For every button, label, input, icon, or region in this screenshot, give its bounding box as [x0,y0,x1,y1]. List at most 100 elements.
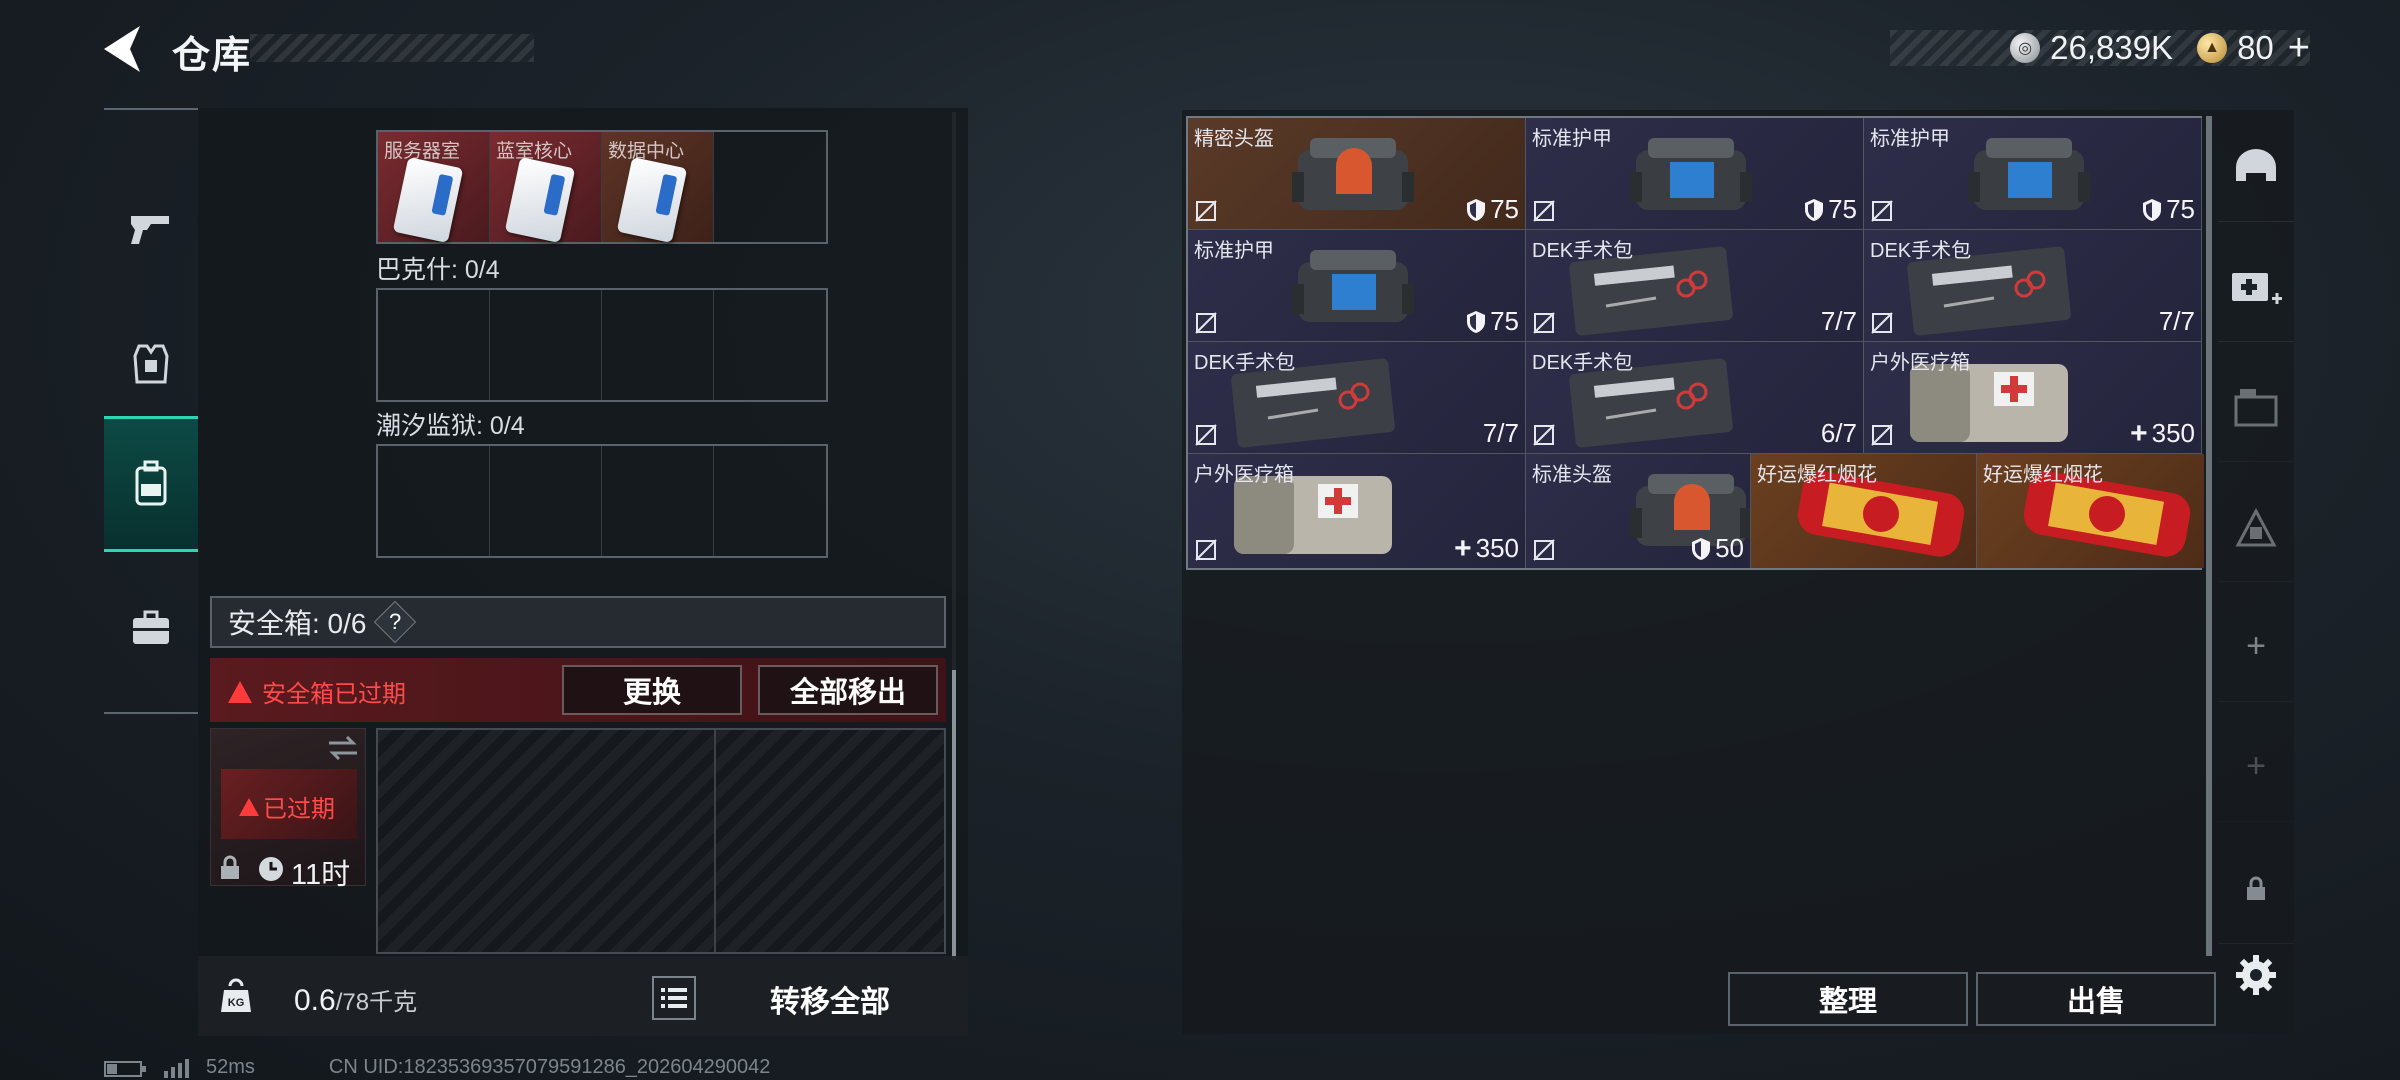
inventory-item[interactable]: DEK手术包 7/7 [1526,230,1864,342]
empty-slot[interactable] [714,446,826,556]
item-name: 户外医疗箱 [1870,352,1970,374]
add-currency-button[interactable]: + [2288,29,2310,67]
locked-slot-icon [2235,507,2277,546]
no-insurance-icon [1533,200,1555,222]
safebox-thumbnail[interactable]: 已过期 11时 [210,728,366,891]
inventory-item[interactable]: 标准护甲 75 [1188,230,1526,342]
item-value: 75 [1466,306,1519,337]
empty-slot[interactable] [602,290,714,400]
add-slot-button[interactable]: + [2218,712,2294,822]
thumbnail-expired-label: 已过期 [239,789,335,824]
empty-slot[interactable] [714,290,826,400]
key-card-grid: 服务器室 蓝室核心 数据中心 [376,130,828,244]
section-label-chaoxi: 潮汐监狱: 0/4 [376,412,525,440]
expired-notice: 安全箱已过期 [228,674,406,709]
back-arrow-icon [104,26,140,72]
settings-button[interactable] [2218,920,2294,1030]
empty-slot[interactable] [378,290,490,400]
armor-vest-icon [133,344,169,384]
empty-slot[interactable] [378,446,490,556]
empty-slot[interactable] [714,132,826,242]
list-view-button[interactable] [652,976,696,1020]
transfer-all-button[interactable]: 转移全部 [700,976,960,1022]
key-card-slot[interactable]: 服务器室 [378,132,490,243]
no-insurance-icon [1195,424,1217,446]
remaining-time: 11时 [291,859,351,891]
safebox-grid[interactable] [376,728,946,954]
category-nav [104,108,198,714]
helmet-slot-button[interactable] [2218,112,2294,222]
gold-coin-icon: ▲ [2197,33,2228,63]
ping: 52ms [206,1056,255,1078]
key-card-slot[interactable]: 数据中心 [602,132,714,243]
left-scroll-thumb[interactable] [952,670,956,960]
help-button[interactable]: ? [374,600,417,644]
item-value: 75 [1804,194,1857,225]
sell-button[interactable]: 出售 [1976,972,2216,1026]
nav-weapon[interactable] [104,160,198,296]
bakeshi-grid [376,288,828,402]
durability-shield-icon [1805,198,1824,221]
nav-armor[interactable] [104,296,198,432]
right-scrollbar[interactable] [2206,116,2212,956]
backpack-icon [135,460,167,506]
inventory-item[interactable]: DEK手术包 7/7 [1864,230,2202,342]
lock-icon [2247,876,2265,900]
item-image-armor [1626,132,1756,223]
key-card-icon [504,157,576,243]
no-insurance-icon [1871,200,1893,222]
inventory-item[interactable]: 精密头盔 75 [1188,118,1526,230]
item-name: 好运爆红烟花 [1757,464,1877,486]
chaoxi-grid [376,444,828,558]
container-button[interactable] [2218,352,2294,462]
lock-icon [221,855,239,879]
nav-other[interactable] [104,560,198,696]
empty-slot[interactable] [490,446,602,556]
container-icon [2234,388,2278,426]
inventory-item[interactable]: 好运爆红烟花 [1751,454,1977,568]
status-line: 52ms CN UID:18235369357079591286_2026042… [104,1056,770,1079]
inventory-item[interactable]: 户外医疗箱 +350 [1188,454,1526,568]
nav-backpack[interactable] [104,416,198,552]
add-medkit-button[interactable] [2218,232,2294,342]
key-card-slot[interactable]: 蓝室核心 [490,132,602,243]
inventory-item[interactable]: DEK手术包 7/7 [1188,342,1526,454]
no-insurance-icon [1871,312,1893,334]
section-label-bakeshi: 巴克什: 0/4 [376,256,500,284]
item-value: 7/7 [1482,418,1519,448]
inventory-item[interactable]: DEK手术包 6/7 [1526,342,1864,454]
warning-icon [239,797,259,816]
page-title: 仓库 [172,35,253,77]
empty-slot[interactable] [602,446,714,556]
item-value: +350 [2130,416,2195,450]
remove-all-button[interactable]: 全部移出 [758,665,938,715]
weight-max: /78千克 [335,989,418,1016]
item-value: 7/7 [1820,306,1857,336]
inventory-item[interactable]: 标准头盔 50 [1526,454,1751,568]
inventory-row: 户外医疗箱 +350 标准头盔 50 好运爆红烟花 好运爆红烟花 [1188,454,2204,568]
empty-slot[interactable] [490,290,602,400]
item-name: 标准护甲 [1532,128,1612,150]
replace-button[interactable]: 更换 [562,665,742,715]
inventory-item[interactable]: 好运爆红烟花 [1977,454,2204,568]
add-slot-button[interactable]: + [2218,592,2294,702]
item-name: 精密头盔 [1194,128,1274,150]
add-icon: + [2246,747,2266,785]
item-name: DEK手术包 [1532,352,1634,374]
item-name: DEK手术包 [1532,240,1634,262]
weight-current: 0.6 [294,984,336,1017]
back-button[interactable] [100,24,146,74]
weight-readout: 0.6/78千克 [294,982,417,1018]
expired-notice-text: 安全箱已过期 [262,681,406,708]
item-name: 标准护甲 [1194,240,1274,262]
inventory-grid: 精密头盔 75 标准护甲 75 标准护甲 75 标准护甲 75 DEK手术包 7/7 DE… [1186,116,2204,570]
organize-button[interactable]: 整理 [1728,972,1968,1026]
locked-slot-button[interactable] [2218,472,2294,582]
add-medkit-icon [2232,272,2282,304]
key-card-icon [392,157,464,243]
inventory-item[interactable]: 标准护甲 75 [1864,118,2202,230]
inventory-item[interactable]: 标准护甲 75 [1526,118,1864,230]
add-icon: + [2246,627,2266,665]
silver-coin-icon: ◎ [2010,33,2041,63]
inventory-item[interactable]: 户外医疗箱 +350 [1864,342,2202,454]
